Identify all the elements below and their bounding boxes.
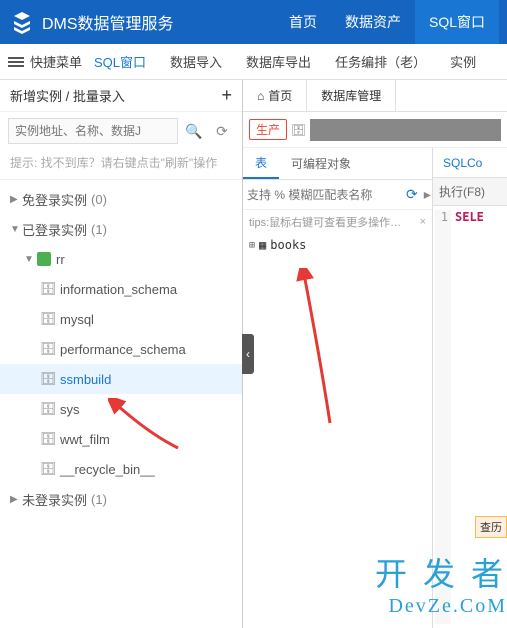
watermark: 开 发 者 DevZe.CoM xyxy=(375,549,507,618)
watermark-line2: DevZe.CoM xyxy=(375,595,507,618)
no-login-instances[interactable]: ▶ 免登录实例 (0) xyxy=(0,184,242,214)
database-icon: 🗄 xyxy=(40,402,56,416)
object-tabs: 表 可编程对象 xyxy=(243,148,432,180)
tab-label: 首页 xyxy=(268,87,292,104)
database-icon: 🗄 xyxy=(40,312,56,326)
sql-keyword: SELE xyxy=(455,210,484,224)
database-icon: 🗄 xyxy=(40,432,56,446)
add-instance-button[interactable]: + xyxy=(221,85,232,106)
refresh-tables-icon[interactable]: ⟳ xyxy=(404,186,420,203)
logged-instances[interactable]: ▼ 已登录实例 (1) xyxy=(0,214,242,244)
node-count: (1) xyxy=(91,222,107,237)
refresh-icon[interactable]: ⟳ xyxy=(210,119,234,143)
main-area: 新增实例 / 批量录入 + 🔍 ⟳ 提示: 找不到库？请右键点击"刷新"操作 ▶… xyxy=(0,80,507,628)
collapse-left-handle[interactable]: ‹ xyxy=(242,334,254,374)
env-tag-production: 生产 xyxy=(249,119,287,140)
history-tab[interactable]: 查历 xyxy=(475,516,507,538)
caret-icon: ▶ xyxy=(10,194,22,205)
left-hint: 提示: 找不到库？请右键点击"刷新"操作 xyxy=(0,150,242,180)
unlogged-instances[interactable]: ▶ 未登录实例 (1) xyxy=(0,484,242,514)
instance-search-input[interactable] xyxy=(8,118,178,144)
tab-home[interactable]: ⌂ 首页 xyxy=(243,80,307,111)
db-label: performance_schema xyxy=(60,342,186,357)
mysql-icon xyxy=(36,252,52,266)
execute-toolbar: 执行(F8) xyxy=(433,178,507,206)
database-icon: 🗄 xyxy=(40,372,56,386)
tab-programmable[interactable]: 可编程对象 xyxy=(279,148,363,179)
sql-console-tab[interactable]: SQLCo xyxy=(443,156,482,170)
left-pane: 新增实例 / 批量录入 + 🔍 ⟳ 提示: 找不到库？请右键点击"刷新"操作 ▶… xyxy=(0,80,243,628)
caret-icon: ▶ xyxy=(10,494,22,505)
db-label: information_schema xyxy=(60,282,177,297)
db-small-icon: 🗄 xyxy=(291,123,306,137)
db-label: __recycle_bin__ xyxy=(60,462,155,477)
table-name: books xyxy=(270,238,306,252)
menu-icon[interactable] xyxy=(8,57,24,67)
sql-tab-row: SQLCo xyxy=(433,148,507,178)
top-nav: 首页 数据资产 SQL窗口 xyxy=(275,0,499,44)
caret-down-icon: ▼ xyxy=(10,224,22,235)
add-instance-label: 新增实例 / 批量录入 xyxy=(10,86,125,105)
dms-logo-icon xyxy=(8,8,36,36)
brand-title: DMS数据管理服务 xyxy=(42,10,174,34)
tab-db-manage[interactable]: 数据库管理 xyxy=(307,80,396,111)
instance-address-redacted xyxy=(310,119,501,141)
instance-name: rr xyxy=(56,252,65,267)
instance-tree: ▶ 免登录实例 (0) ▼ 已登录实例 (1) ▼ rr 🗄 informatio… xyxy=(0,180,242,628)
db-performance-schema[interactable]: 🗄 performance_schema xyxy=(0,334,242,364)
topnav-sql-window[interactable]: SQL窗口 xyxy=(415,0,499,44)
home-icon: ⌂ xyxy=(257,89,264,103)
node-label: 免登录实例 xyxy=(22,190,87,209)
db-label: ssmbuild xyxy=(60,372,111,387)
execute-button[interactable]: 执行(F8) xyxy=(439,183,485,200)
left-pane-header: 新增实例 / 批量录入 + xyxy=(0,80,242,112)
subnav-instance[interactable]: 实例 xyxy=(438,44,488,80)
database-icon: 🗄 xyxy=(40,342,56,356)
db-wwt-film[interactable]: 🗄 wwt_film xyxy=(0,424,242,454)
expand-tables-icon[interactable]: ▸ xyxy=(422,186,433,203)
subnav-db-export[interactable]: 数据库导出 xyxy=(234,44,323,80)
topnav-data-assets[interactable]: 数据资产 xyxy=(331,0,415,44)
table-icon: ▦ xyxy=(259,238,266,252)
db-ssmbuild[interactable]: 🗄 ssmbuild xyxy=(0,364,242,394)
db-sys[interactable]: 🗄 sys xyxy=(0,394,242,424)
node-count: (0) xyxy=(91,192,107,207)
watermark-line1: 开 发 者 xyxy=(375,549,507,595)
table-search-row: ⟳ ▸ xyxy=(243,180,432,210)
brand: DMS数据管理服务 xyxy=(8,8,174,36)
table-search-input[interactable] xyxy=(247,183,402,207)
db-recycle-bin[interactable]: 🗄 __recycle_bin__ xyxy=(0,454,242,484)
instance-search-row: 🔍 ⟳ xyxy=(0,112,242,150)
database-icon: 🗄 xyxy=(40,462,56,476)
expand-icon: ⊞ xyxy=(249,240,255,251)
database-icon: 🗄 xyxy=(40,282,56,296)
node-count: (1) xyxy=(91,492,107,507)
sub-bar: 快捷菜单 SQL窗口 数据导入 数据库导出 任务编排（老） 实例 xyxy=(0,44,507,80)
top-bar: DMS数据管理服务 首页 数据资产 SQL窗口 xyxy=(0,0,507,44)
tip-text: tips:鼠标右键可查看更多操作… xyxy=(249,214,401,230)
db-label: mysql xyxy=(60,312,94,327)
caret-down-icon: ▼ xyxy=(24,254,36,265)
tab-tables[interactable]: 表 xyxy=(243,148,279,179)
subnav-sql-window[interactable]: SQL窗口 xyxy=(82,44,158,80)
tab-label: 数据库管理 xyxy=(321,87,381,104)
page-tabs: ⌂ 首页 数据库管理 xyxy=(243,80,507,112)
db-label: wwt_film xyxy=(60,432,110,447)
quick-menu-label: 快捷菜单 xyxy=(30,52,82,71)
search-icon[interactable]: 🔍 xyxy=(182,119,206,143)
table-tip: tips:鼠标右键可查看更多操作… × xyxy=(243,210,432,234)
table-item-books[interactable]: ⊞ ▦ books xyxy=(243,234,432,256)
node-label: 未登录实例 xyxy=(22,490,87,509)
db-mysql[interactable]: 🗄 mysql xyxy=(0,304,242,334)
instance-node[interactable]: ▼ rr xyxy=(0,244,242,274)
subnav-task-old[interactable]: 任务编排（老） xyxy=(323,44,438,80)
right-pane: ⌂ 首页 数据库管理 生产 🗄 表 可编程对象 ⟳ ▸ xyxy=(243,80,507,628)
db-information-schema[interactable]: 🗄 information_schema xyxy=(0,274,242,304)
subnav-data-import[interactable]: 数据导入 xyxy=(158,44,234,80)
environment-row: 生产 🗄 xyxy=(243,112,507,148)
node-label: 已登录实例 xyxy=(22,220,87,239)
db-label: sys xyxy=(60,402,80,417)
close-tip-icon[interactable]: × xyxy=(420,216,426,228)
topnav-home[interactable]: 首页 xyxy=(275,0,331,44)
